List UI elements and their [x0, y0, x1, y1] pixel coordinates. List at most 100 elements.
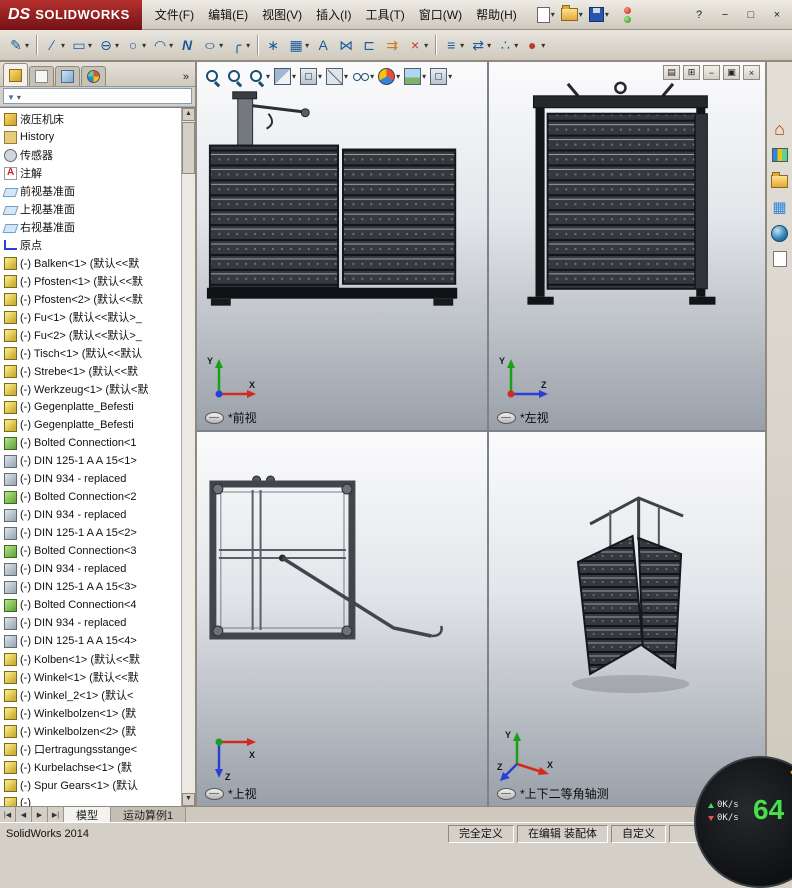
tree-item[interactable]: (-) Winkelbolzen<1> (默 [0, 704, 182, 722]
tree-item[interactable]: (-) DIN 125-1 A A 15<3> [0, 578, 182, 596]
slot-button[interactable]: ⊖ ▾ [95, 33, 122, 57]
doc-restore-button[interactable]: ▣ [723, 65, 740, 80]
separator[interactable] [36, 35, 38, 55]
appearances-icon[interactable] [769, 222, 791, 244]
file-explorer-icon[interactable] [769, 170, 791, 192]
tab-nav-button[interactable]: ◀ [16, 807, 32, 822]
zoom-fit-button[interactable] [203, 67, 223, 86]
tab-nav-button[interactable]: |◀ [0, 807, 16, 822]
viewport-four-view-button[interactable]: ⊞ [683, 65, 700, 80]
model-tab[interactable]: 运动算例1 [111, 807, 187, 822]
move-entities-button[interactable]: ⇄ ▾ [467, 33, 494, 57]
tree-item[interactable]: 前视基准面 [0, 182, 182, 200]
viewport-left[interactable]: Y Z *左视 [489, 62, 765, 432]
edit-appearance-button[interactable]: ▾ [377, 67, 401, 86]
viewport-front[interactable]: Y X *前视 [197, 62, 489, 432]
tree-item[interactable]: (-) Winkel<1> (默认<<默 [0, 668, 182, 686]
tree-item[interactable]: (-) 口ertragungsstange< [0, 740, 182, 758]
separator[interactable] [435, 35, 437, 55]
tree-item[interactable]: (-) DIN 125-1 A A 15<4> [0, 632, 182, 650]
zoom-area-button[interactable] [225, 67, 245, 86]
tree-item[interactable]: (-) DIN 934 - replaced [0, 614, 182, 632]
exit-sketch-button[interactable]: ● ▾ [521, 33, 548, 57]
doc-close-button[interactable]: × [743, 65, 760, 80]
viewport-isometric[interactable]: Y X Z *上下二等角轴测 [489, 432, 765, 806]
hide-show-items-button[interactable]: ▾ [351, 67, 375, 86]
tree-item[interactable]: (-) Bolted Connection<3 [0, 542, 182, 560]
configurationmanager-tab[interactable] [55, 66, 80, 86]
record-indicator-icon[interactable] [612, 5, 637, 25]
scroll-down-button[interactable] [182, 793, 195, 806]
mirror-entities-button[interactable]: ⋈ [335, 33, 358, 57]
view-orientation-button[interactable]: ▾ [299, 67, 323, 86]
tree-item[interactable]: (-) DIN 125-1 A A 15<1> [0, 452, 182, 470]
view-palette-icon[interactable]: ▦ [769, 196, 791, 218]
tree-item[interactable]: (-) Fu<1> (默认<<默认>_ [0, 308, 182, 326]
tree-item[interactable]: (-) Pfosten<1> (默认<<默 [0, 272, 182, 290]
tree-item[interactable]: 注解 [0, 164, 182, 182]
tree-item[interactable]: 传感器 [0, 146, 182, 164]
tree-item[interactable]: (-) Werkzeug<1> (默认<默 [0, 380, 182, 398]
filter-dropdown-icon[interactable] [17, 87, 21, 105]
point-button[interactable]: ∗ [262, 33, 285, 57]
display-relations-button[interactable]: ≡ ▾ [440, 33, 467, 57]
text-button[interactable]: A [312, 33, 335, 57]
tree-item[interactable]: (-) DIN 934 - replaced [0, 506, 182, 524]
tree-item[interactable]: (-) Gegenplatte_Befesti [0, 398, 182, 416]
save-button[interactable]: ▾ [586, 5, 612, 24]
tree-item[interactable]: (-) Pfosten<2> (默认<<默 [0, 290, 182, 308]
menu-item[interactable]: 编辑(E) [201, 6, 255, 23]
viewport-layout-button[interactable]: ▤ [663, 65, 680, 80]
close-button[interactable]: × [768, 7, 786, 23]
menu-item[interactable]: 文件(F) [148, 6, 201, 23]
tree-scrollbar[interactable] [181, 108, 195, 806]
displaymanager-tab[interactable] [81, 66, 106, 86]
menu-item[interactable]: 工具(T) [358, 6, 411, 23]
menu-item[interactable]: 视图(V) [255, 6, 309, 23]
tree-item[interactable]: (-) Gegenplatte_Befesti [0, 416, 182, 434]
new-document-button[interactable]: ▾ [534, 5, 558, 25]
tree-item[interactable]: 液压机床 [0, 110, 182, 128]
offset-entities-button[interactable]: ⇉ [381, 33, 404, 57]
tree-item[interactable]: (-) DIN 125-1 A A 15<2> [0, 524, 182, 542]
open-button[interactable]: ▾ [558, 5, 586, 23]
tree-item[interactable]: History [0, 128, 182, 146]
spline-button[interactable]: N [176, 33, 199, 57]
tree-item[interactable]: (-) Kolben<1> (默认<<默 [0, 650, 182, 668]
convert-entities-button[interactable]: ⊏ [358, 33, 381, 57]
tree-item[interactable]: (-) [0, 794, 182, 806]
quick-snaps-button[interactable]: ∴ ▾ [494, 33, 521, 57]
tab-nav-button[interactable]: ▶ [32, 807, 48, 822]
tree-item[interactable]: (-) DIN 934 - replaced [0, 470, 182, 488]
tree-item[interactable]: (-) Winkel_2<1> (默认< [0, 686, 182, 704]
ellipse-button[interactable]: ○ ▾ [199, 33, 226, 57]
apply-scene-button[interactable]: ▾ [403, 67, 427, 86]
view-settings-button[interactable]: ▾ [429, 67, 453, 86]
scrollbar-thumb[interactable] [182, 122, 195, 174]
tree-item[interactable]: (-) Bolted Connection<4 [0, 596, 182, 614]
previous-view-button[interactable]: ▾ [247, 67, 271, 86]
maximize-button[interactable]: □ [742, 7, 760, 23]
separator[interactable] [257, 35, 259, 55]
tree-item[interactable]: 原点 [0, 236, 182, 254]
tree-item[interactable]: (-) Spur Gears<1> (默认 [0, 776, 182, 794]
rectangle-button[interactable]: ▭ ▾ [68, 33, 95, 57]
minimize-button[interactable]: − [716, 7, 734, 23]
tree-item[interactable]: (-) Strebe<1> (默认<<默 [0, 362, 182, 380]
menu-item[interactable]: 帮助(H) [469, 6, 524, 23]
arc-button[interactable]: ◠ ▾ [149, 33, 176, 57]
viewport-top[interactable]: X Z *上视 [197, 432, 489, 806]
tree-item[interactable]: (-) Bolted Connection<1 [0, 434, 182, 452]
line-button[interactable]: ∕ ▾ [41, 33, 68, 57]
linear-pattern-button[interactable]: ▦ ▾ [285, 33, 312, 57]
featuremanager-tab[interactable] [3, 63, 28, 86]
menu-item[interactable]: 窗口(W) [412, 6, 469, 23]
tree-item[interactable]: (-) Winkelbolzen<2> (默 [0, 722, 182, 740]
tree-item[interactable]: (-) Bolted Connection<2 [0, 488, 182, 506]
design-library-icon[interactable] [769, 144, 791, 166]
menu-item[interactable]: 插入(I) [309, 6, 358, 23]
help-button[interactable]: ? [690, 7, 708, 23]
sketch-fillet-button[interactable]: ╭ ▾ [226, 33, 253, 57]
circle-button[interactable]: ○ ▾ [122, 33, 149, 57]
sketch-button[interactable]: ✎ ▾ [5, 33, 32, 57]
